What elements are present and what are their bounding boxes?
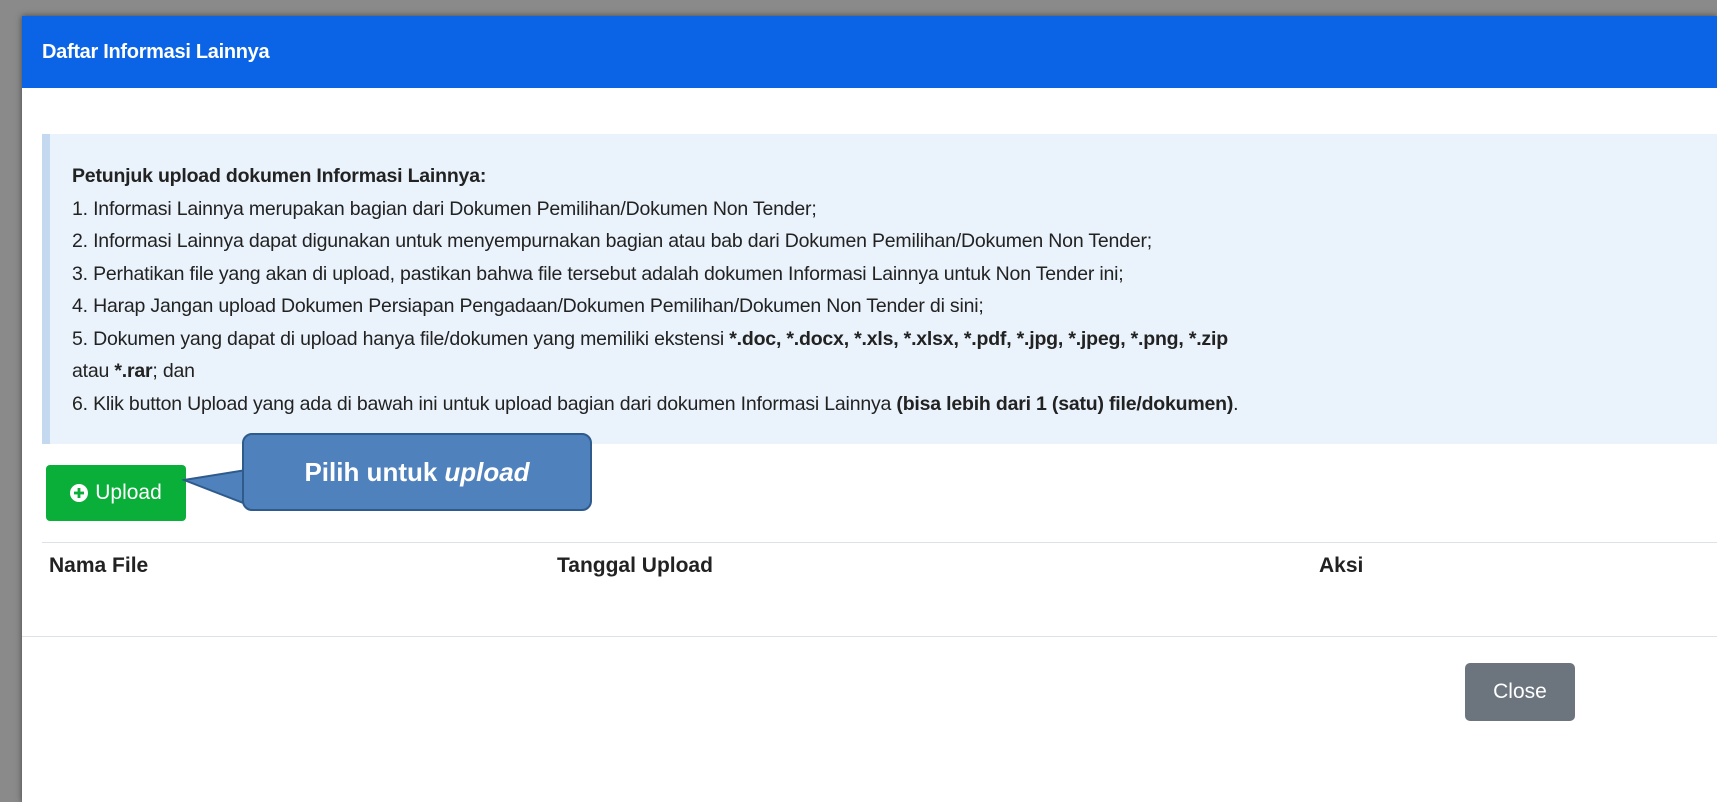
instruction-item-5: 5. Dokumen yang dapat di upload hanya fi… xyxy=(72,323,1717,356)
modal-header: Daftar Informasi Lainnya xyxy=(22,16,1717,88)
column-header-nama-file: Nama File xyxy=(49,554,149,577)
upload-button-label: Upload xyxy=(95,481,162,504)
plus-circle-icon xyxy=(70,484,89,502)
instruction-item-1: 1. Informasi Lainnya merupakan bagian da… xyxy=(72,197,817,220)
upload-button[interactable]: Upload xyxy=(46,465,186,521)
instruction-item-4: 4. Harap Jangan upload Dokumen Persiapan… xyxy=(72,295,984,317)
instruction-item-6-bold: (bisa lebih dari 1 (satu) file/dokumen) xyxy=(896,392,1234,415)
table-divider-top xyxy=(42,542,1717,543)
instruction-item-3: 3. Perhatikan file yang akan di upload, … xyxy=(72,262,1124,285)
instructions-heading: Petunjuk upload dokumen Informasi Lainny… xyxy=(72,165,487,187)
instruction-item-5-or: atau xyxy=(72,360,115,382)
instruction-item-6: 6. Klik button Upload yang ada di bawah … xyxy=(72,388,1717,421)
callout-text: Pilih untuk xyxy=(304,456,438,487)
modal-footer-divider xyxy=(22,636,1717,637)
callout-text-italic: upload xyxy=(444,456,530,487)
upload-modal: Daftar Informasi Lainnya Petunjuk upload… xyxy=(22,16,1717,802)
instructions-box: Petunjuk upload dokumen Informasi Lainny… xyxy=(42,134,1717,444)
instruction-item-6-suffix: . xyxy=(1233,392,1239,415)
column-header-aksi: Aksi xyxy=(1319,554,1364,577)
instruction-item-5-text: 5. Dokumen yang dapat di upload hanya fi… xyxy=(72,327,730,350)
instruction-item-5-continued: atau *.rar; dan xyxy=(72,355,1717,388)
callout-annotation: Pilih untuk upload xyxy=(242,433,592,511)
allowed-extension-rar: *.rar xyxy=(114,360,153,382)
close-button-label: Close xyxy=(1493,680,1547,703)
column-header-tanggal-upload: Tanggal Upload xyxy=(557,554,713,577)
modal-title: Daftar Informasi Lainnya xyxy=(42,40,270,63)
instruction-item-6-text: 6. Klik button Upload yang ada di bawah … xyxy=(72,392,897,415)
instruction-item-2: 2. Informasi Lainnya dapat digunakan unt… xyxy=(72,230,1152,252)
close-button[interactable]: Close xyxy=(1465,663,1575,721)
allowed-extensions: *.doc, *.docx, *.xls, *.xlsx, *.pdf, *.j… xyxy=(729,327,1228,350)
instruction-item-5-suffix: ; dan xyxy=(152,360,195,382)
